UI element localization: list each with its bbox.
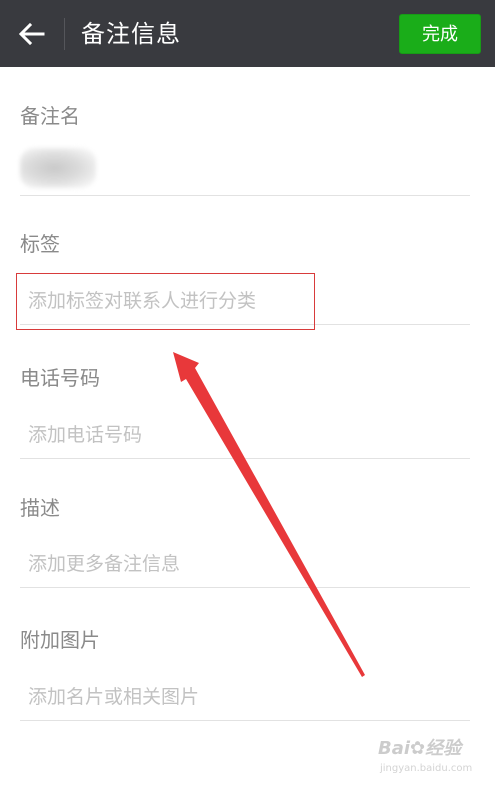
header-divider	[64, 18, 65, 50]
baidu-watermark: Bai✿经验 jingyan.baidu.com	[378, 736, 486, 784]
done-button[interactable]: 完成	[399, 14, 481, 54]
description-field[interactable]: 添加更多备注信息	[20, 540, 470, 588]
attachment-placeholder: 添加名片或相关图片	[28, 686, 200, 708]
baidu-logo: Bai✿经验	[378, 738, 462, 759]
attachment-field[interactable]: 添加名片或相关图片	[20, 673, 470, 721]
arrow-left-icon	[19, 23, 45, 45]
remark-name-label: 备注名	[20, 104, 80, 128]
tags-label: 标签	[20, 232, 60, 256]
attachment-label: 附加图片	[20, 628, 100, 652]
phone-placeholder: 添加电话号码	[28, 424, 143, 446]
phone-field[interactable]: 添加电话号码	[20, 411, 470, 459]
remark-name-field[interactable]	[20, 148, 470, 196]
back-button[interactable]	[14, 17, 50, 51]
top-bar: 备注信息 完成	[0, 0, 495, 67]
watermark-url: jingyan.baidu.com	[380, 763, 473, 774]
blurred-name-value	[20, 148, 96, 188]
page-title: 备注信息	[81, 20, 181, 48]
phone-label: 电话号码	[20, 366, 100, 390]
description-label: 描述	[20, 496, 60, 520]
tags-highlight-annotation	[16, 273, 315, 330]
description-placeholder: 添加更多备注信息	[28, 553, 181, 575]
